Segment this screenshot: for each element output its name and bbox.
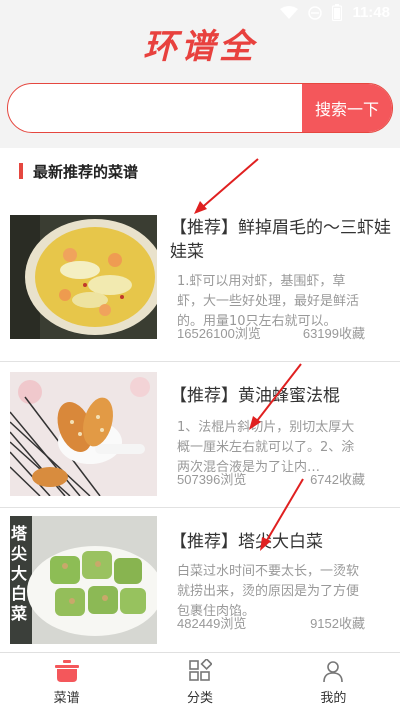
search-button[interactable]: 搜索一下 [302, 84, 392, 132]
recipe-favorites: 6742收藏 [310, 472, 365, 487]
recipe-favorites: 9152收藏 [310, 616, 365, 631]
recipe-stats: 16526100浏览 63199收藏 [177, 323, 365, 342]
tab-label: 菜谱 [53, 690, 80, 706]
recipe-title[interactable]: 【推荐】黄油蜂蜜法棍 [170, 384, 394, 408]
recipe-stats: 482449浏览 9152收藏 [177, 613, 365, 632]
recipe-views: 507396浏览 [177, 472, 247, 487]
cabbage-rolls-image [10, 516, 157, 644]
person-icon [323, 660, 344, 682]
logo-text: 环谱全 [143, 26, 257, 67]
app-logo: 环谱全 [0, 18, 400, 68]
recipe-views: 482449浏览 [177, 616, 247, 631]
tab-categories[interactable]: 分类 [133, 653, 266, 711]
shrimp-cabbage-dish-image [10, 215, 157, 339]
recipe-stats: 507396浏览 6742收藏 [177, 469, 365, 488]
tab-label: 我的 [320, 690, 347, 706]
recipe-favorites: 63199收藏 [302, 326, 365, 341]
tab-label: 分类 [186, 690, 213, 706]
tab-profile[interactable]: 我的 [267, 653, 400, 711]
pot-icon [54, 659, 79, 682]
search-input[interactable] [8, 84, 302, 132]
section-accent-bar [19, 163, 23, 179]
recipe-title[interactable]: 【推荐】鲜掉眉毛的～三虾娃娃菜 [170, 216, 394, 264]
recipe-title[interactable]: 【推荐】塔尖大白菜 [170, 530, 394, 554]
search-bar: 搜索一下 [7, 83, 393, 133]
recipe-image[interactable]: 塔尖大白菜 [10, 516, 157, 644]
tab-recipes[interactable]: 菜谱 [0, 653, 133, 711]
recipe-item[interactable]: 【推荐】黄油蜂蜜法棍 1、法棍片斜切片，别切太厚大概一厘米左右就可以了。2、涂两… [0, 362, 400, 508]
section-header: 最新推荐的菜谱 [0, 148, 400, 194]
category-icon [189, 658, 212, 681]
bottom-tab-bar: 菜谱 分类 我的 [0, 652, 400, 711]
recipe-image[interactable] [10, 372, 157, 496]
honey-butter-baguette-image [10, 372, 157, 496]
recipe-views: 16526100浏览 [177, 326, 261, 341]
recipe-item[interactable]: 【推荐】鲜掉眉毛的～三虾娃娃菜 1.虾可以用对虾，基围虾，草虾，大一些好处理，最… [0, 194, 400, 362]
recipe-image[interactable] [10, 215, 157, 339]
section-title: 最新推荐的菜谱 [33, 162, 139, 181]
recipe-item[interactable]: 塔尖大白菜 【推荐】塔尖大白菜 白菜过水时间不要太长，一烫软就捞出来，烫的原因是… [0, 508, 400, 652]
image-caption: 塔尖大白菜 [11, 524, 28, 623]
